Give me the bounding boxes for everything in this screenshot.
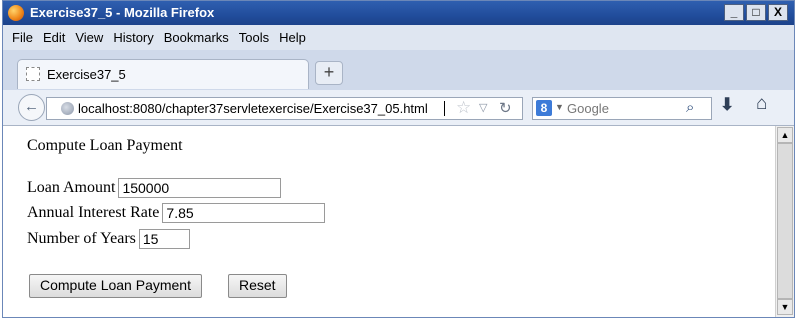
page-content: Compute Loan Payment Loan Amount 150000 …: [3, 126, 775, 317]
interest-rate-input[interactable]: 7.85: [162, 203, 326, 223]
menu-history[interactable]: History: [113, 30, 153, 45]
loan-amount-input[interactable]: 150000: [118, 178, 282, 198]
vertical-scrollbar[interactable]: ▲ ▼: [775, 126, 794, 317]
back-button[interactable]: ←: [18, 94, 45, 121]
tab-strip: Exercise37_5 +: [3, 50, 794, 90]
download-icon[interactable]: ⬇: [720, 95, 734, 115]
page-favicon-icon: [26, 67, 40, 81]
minimize-button[interactable]: _: [724, 4, 744, 21]
reset-button[interactable]: Reset: [228, 274, 287, 298]
search-engine-dropdown-icon[interactable]: ▼: [555, 102, 564, 112]
interest-rate-row: Annual Interest Rate 7.85: [27, 203, 326, 223]
reload-icon[interactable]: ↻: [499, 99, 512, 117]
search-icon[interactable]: ⌕: [686, 99, 694, 116]
menu-file[interactable]: File: [12, 30, 33, 45]
search-box[interactable]: 8 ▼ Google ⌕: [532, 97, 712, 120]
home-icon[interactable]: ⌂: [756, 93, 767, 115]
scroll-up-icon[interactable]: ▲: [777, 127, 793, 143]
window-controls: _ □ X: [724, 4, 788, 21]
scroll-down-icon[interactable]: ▼: [777, 299, 793, 315]
number-of-years-input[interactable]: 15: [138, 229, 190, 249]
menu-bar: File Edit View History Bookmarks Tools H…: [3, 25, 794, 50]
search-engine-icon[interactable]: 8: [536, 100, 552, 116]
url-text: localhost:8080/chapter37servletexercise/…: [78, 101, 428, 116]
loan-amount-row: Loan Amount 150000: [27, 178, 282, 198]
menu-tools[interactable]: Tools: [239, 30, 269, 45]
interest-rate-label: Annual Interest Rate: [27, 204, 160, 221]
page-heading: Compute Loan Payment: [27, 137, 183, 154]
number-of-years-row: Number of Years 15: [27, 229, 190, 249]
globe-icon: [61, 102, 74, 115]
star-icon[interactable]: ☆: [456, 98, 471, 118]
menu-help[interactable]: Help: [279, 30, 306, 45]
close-button[interactable]: X: [768, 4, 788, 21]
menu-view[interactable]: View: [75, 30, 103, 45]
new-tab-button[interactable]: +: [315, 61, 343, 85]
search-placeholder: Google: [567, 101, 609, 116]
tab-exercise37-5[interactable]: Exercise37_5: [17, 59, 309, 89]
url-bar[interactable]: localhost:8080/chapter37servletexercise/…: [46, 97, 523, 120]
chevron-down-icon[interactable]: ▽: [479, 101, 487, 114]
number-of-years-label: Number of Years: [27, 230, 136, 247]
browser-window: Exercise37_5 - Mozilla Firefox _ □ X Fil…: [2, 0, 795, 318]
navigation-bar: ← localhost:8080/chapter37servletexercis…: [3, 90, 794, 126]
compute-loan-payment-button[interactable]: Compute Loan Payment: [29, 274, 202, 298]
menu-bookmarks[interactable]: Bookmarks: [164, 30, 229, 45]
window-title: Exercise37_5 - Mozilla Firefox: [30, 5, 215, 20]
maximize-button[interactable]: □: [746, 4, 766, 21]
title-bar: Exercise37_5 - Mozilla Firefox _ □ X: [3, 1, 794, 25]
tab-label: Exercise37_5: [47, 67, 126, 82]
scrollbar-thumb[interactable]: [777, 143, 793, 299]
loan-amount-label: Loan Amount: [27, 179, 116, 196]
menu-edit[interactable]: Edit: [43, 30, 65, 45]
firefox-icon: [8, 5, 24, 21]
back-arrow-icon: ←: [24, 98, 39, 115]
text-caret: [444, 101, 445, 116]
